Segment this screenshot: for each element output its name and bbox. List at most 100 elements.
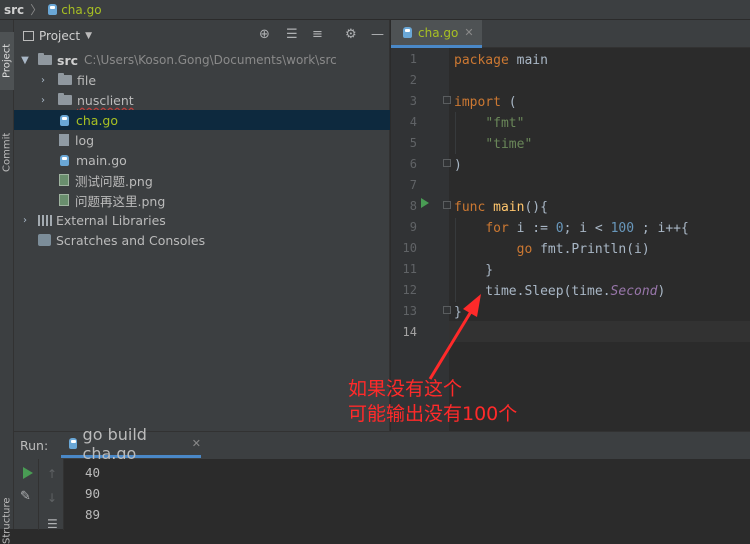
go-file-icon xyxy=(60,114,69,126)
line-number: 1 xyxy=(409,52,417,66)
tree-item-src[interactable]: ▼ src C:\Users\Koson.Gong\Documents\work… xyxy=(14,50,390,70)
close-icon[interactable]: ✕ xyxy=(464,26,473,39)
tree-item-file[interactable]: › file xyxy=(14,70,390,90)
expand-all-icon[interactable]: ☰ xyxy=(286,27,298,43)
go-file-icon xyxy=(69,438,77,449)
tree-item-label: 测试问题.png xyxy=(75,173,153,189)
editor-tab-label: cha.go xyxy=(418,25,459,40)
run-toolbar: ✎ xyxy=(14,459,39,530)
navigation-bar: src 〉 cha.go xyxy=(0,0,750,20)
arrow-up-icon[interactable]: ↑ xyxy=(47,467,57,481)
close-icon[interactable]: ✕ xyxy=(192,437,201,450)
tree-item-label: src xyxy=(57,52,79,68)
rerun-icon[interactable] xyxy=(23,467,33,479)
line-number: 12 xyxy=(402,283,417,297)
chevron-right-icon[interactable]: › xyxy=(38,95,48,106)
go-file-icon xyxy=(48,4,58,15)
chevron-right-icon[interactable]: › xyxy=(20,215,30,226)
line-number: 11 xyxy=(402,262,417,276)
tree-item-label: log xyxy=(75,132,95,148)
tool-tab-commit[interactable]: Commit xyxy=(0,124,14,180)
run-tab-label: go build cha.go xyxy=(82,424,147,463)
tree-item-image-1[interactable]: 测试问题.png xyxy=(14,170,390,190)
minimize-icon[interactable]: — xyxy=(371,27,384,43)
chevron-down-icon[interactable]: ▼ xyxy=(20,55,30,66)
folder-icon xyxy=(58,73,72,85)
tree-item-label: Scratches and Consoles xyxy=(56,232,206,248)
code-line: func main(){ xyxy=(454,200,548,215)
line-number: 10 xyxy=(402,241,417,255)
code-line: for i := 0; i < 100 ; i++{ xyxy=(485,221,689,236)
line-number: 4 xyxy=(409,115,417,129)
code-line: "time" xyxy=(485,137,533,152)
project-header: Project ▼ xyxy=(14,25,390,47)
code-line: "fmt" xyxy=(485,116,525,131)
tree-item-external-libraries[interactable]: › External Libraries xyxy=(14,210,390,230)
tree-item-nusclient[interactable]: › nusclient xyxy=(14,90,390,110)
annotation-line: 如果没有这个 xyxy=(348,378,463,400)
locate-icon[interactable]: ⊕ xyxy=(259,27,270,43)
tree-item-log[interactable]: log xyxy=(14,130,390,150)
tree-item-scratches[interactable]: Scratches and Consoles xyxy=(14,230,390,250)
line-number: 6 xyxy=(409,157,417,171)
code-line: time.Sleep(time.Second) xyxy=(454,284,666,299)
line-number: 13 xyxy=(402,304,417,318)
breadcrumb-separator: 〉 xyxy=(30,3,43,17)
run-tool-window: Run: go build cha.go ✕ ✎ ↑ ↓ ☰ 40 90 89 xyxy=(14,425,750,531)
tree-item-path: C:\Users\Koson.Gong\Documents\work\src xyxy=(84,53,337,67)
tree-item-label: 问题再这里.png xyxy=(75,193,166,209)
left-tool-strip: Project Commit Structure xyxy=(0,20,14,544)
line-number: 14 xyxy=(402,325,417,339)
file-icon xyxy=(59,134,69,146)
tree-item-label: file xyxy=(77,72,97,88)
code-line: go fmt.Println(i) xyxy=(516,242,650,257)
folder-icon xyxy=(58,93,72,105)
current-line-highlight xyxy=(449,321,750,342)
go-file-icon xyxy=(60,154,69,166)
chevron-down-icon[interactable]: ▼ xyxy=(85,31,92,41)
console-output[interactable]: 40 90 89 xyxy=(64,459,750,530)
code-line: package main xyxy=(454,53,548,68)
go-file-icon xyxy=(403,27,412,38)
fold-marker[interactable] xyxy=(443,201,451,209)
scratches-icon xyxy=(38,234,51,246)
project-view-icon xyxy=(23,31,34,41)
project-view-selector[interactable]: Project xyxy=(39,29,80,43)
console-line: 40 xyxy=(85,465,101,480)
fold-marker[interactable] xyxy=(443,306,451,314)
arrow-down-icon[interactable]: ↓ xyxy=(47,491,57,505)
code-line: } xyxy=(454,305,462,320)
line-number: 9 xyxy=(409,220,417,234)
code-editor: cha.go ✕ 1 2 3 4 5 6 7 8 9 10 11 12 13 14 package mai… xyxy=(391,20,750,431)
line-number: 7 xyxy=(409,178,417,192)
fold-marker[interactable] xyxy=(443,159,451,167)
tree-item-label: cha.go xyxy=(76,112,119,128)
editor-tab-cha-go[interactable]: cha.go ✕ xyxy=(391,20,482,48)
tool-tab-structure[interactable]: Structure xyxy=(0,498,14,544)
line-number: 5 xyxy=(409,136,417,150)
image-file-icon xyxy=(59,174,69,186)
tree-item-main-go[interactable]: main.go xyxy=(14,150,390,170)
gear-icon[interactable]: ⚙ xyxy=(345,27,357,43)
collapse-all-icon[interactable]: ≡ xyxy=(312,27,323,43)
run-gutter-icon[interactable] xyxy=(421,198,429,208)
run-label: Run: xyxy=(20,437,49,453)
annotation-line: 可能输出没有100个 xyxy=(348,403,518,425)
editor-tab-bar: cha.go ✕ xyxy=(391,20,750,48)
line-number: 8 xyxy=(409,199,417,213)
library-icon xyxy=(38,214,52,226)
breadcrumb-file[interactable]: cha.go xyxy=(61,3,101,17)
tree-item-cha-go[interactable]: cha.go xyxy=(14,110,390,130)
code-line: import ( xyxy=(454,95,517,110)
run-tab[interactable]: go build cha.go ✕ xyxy=(61,425,201,463)
console-line: 90 xyxy=(85,486,101,501)
line-number: 3 xyxy=(409,94,417,108)
tree-item-image-2[interactable]: 问题再这里.png xyxy=(14,190,390,210)
fold-marker[interactable] xyxy=(443,96,451,104)
image-file-icon xyxy=(59,194,69,206)
code-line: } xyxy=(454,263,494,278)
wrench-icon[interactable]: ✎ xyxy=(20,489,31,504)
tool-tab-project[interactable]: Project xyxy=(0,32,14,90)
chevron-right-icon[interactable]: › xyxy=(38,75,48,86)
breadcrumb-src[interactable]: src xyxy=(4,3,24,17)
